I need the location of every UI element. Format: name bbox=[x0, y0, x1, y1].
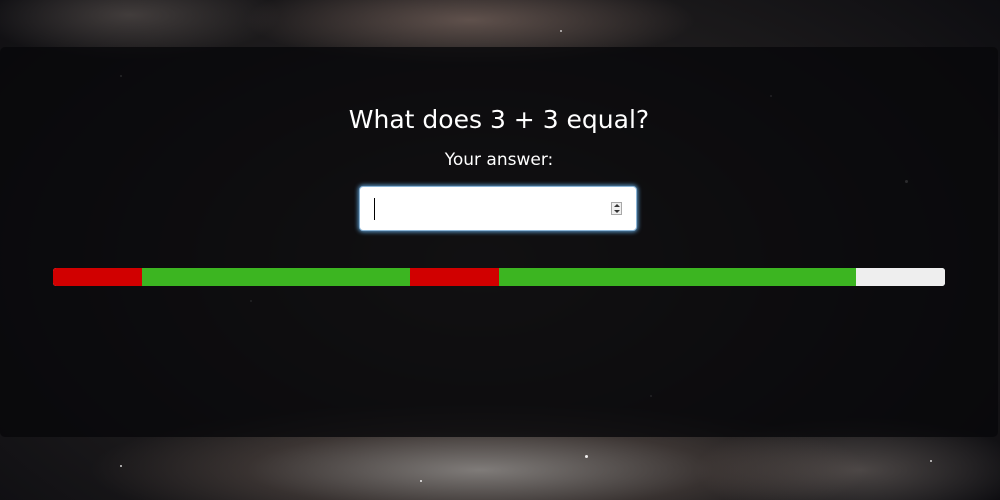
question-text: What does 3 + 3 equal? bbox=[348, 105, 650, 134]
quiz-progress-bar bbox=[53, 268, 945, 286]
answer-label: Your answer: bbox=[444, 150, 554, 170]
progress-segment-wrong bbox=[410, 268, 499, 286]
progress-segment-correct bbox=[142, 268, 410, 286]
number-spinner-icon[interactable] bbox=[611, 202, 622, 215]
progress-segment-wrong bbox=[53, 268, 142, 286]
progress-segment-remaining bbox=[856, 268, 945, 286]
progress-segment-correct bbox=[499, 268, 856, 286]
text-caret bbox=[374, 198, 375, 220]
spinner-up-arrow-icon[interactable] bbox=[614, 204, 620, 207]
answer-number-input[interactable] bbox=[359, 186, 637, 231]
spinner-down-arrow-icon[interactable] bbox=[614, 210, 620, 213]
